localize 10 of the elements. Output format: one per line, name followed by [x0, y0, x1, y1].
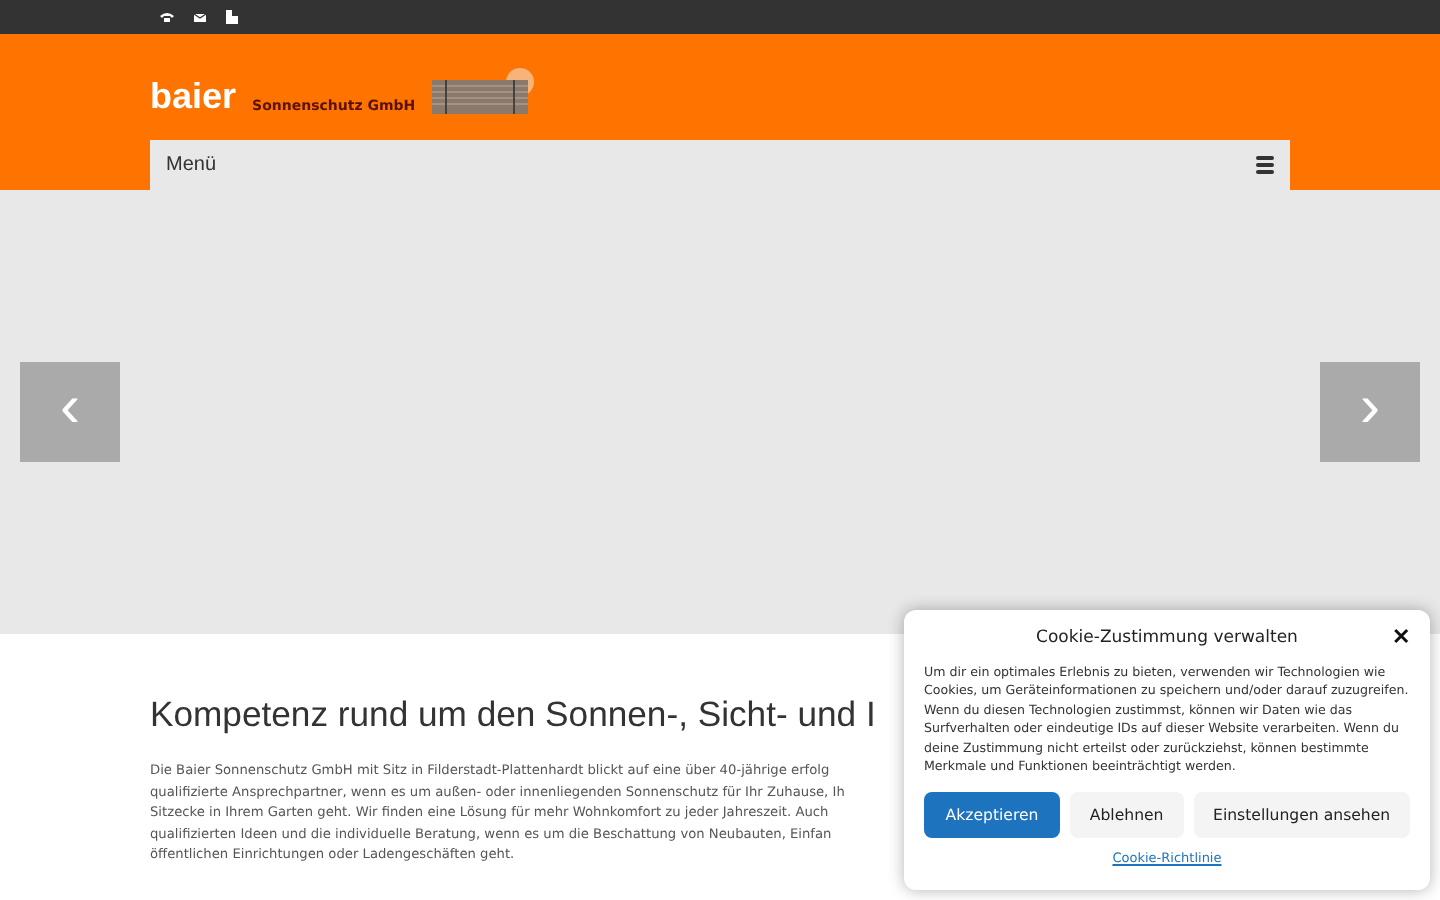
menu-label[interactable]: Menü: [166, 154, 217, 176]
close-button[interactable]: ✕: [1392, 624, 1410, 650]
dialog-title: Cookie-Zustimmung verwalten: [1036, 628, 1298, 648]
building-icon[interactable]: [226, 10, 238, 24]
phone-icon[interactable]: [160, 12, 174, 22]
menu-icon[interactable]: [1256, 156, 1274, 174]
mail-icon[interactable]: [194, 13, 206, 21]
menu-bar[interactable]: Menü: [150, 140, 1290, 190]
awning-icon: [431, 62, 536, 114]
section-heading: Kompetenz rund um den Sonnen-, Sicht- und I: [150, 694, 876, 736]
